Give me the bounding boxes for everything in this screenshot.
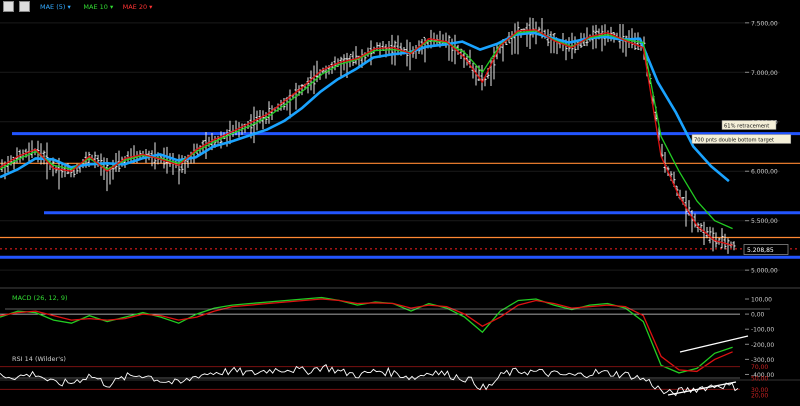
settings-button[interactable] (19, 1, 30, 12)
annotation-text: 700 pnts double bottom target (694, 138, 774, 144)
grid-layer (0, 22, 800, 381)
price-axis-label: 7.000,00 (751, 70, 778, 77)
chart-canvas: 7.500,007.000,006.500,006.000,005.500,00… (0, 3, 800, 400)
macd-trendline (679, 335, 749, 353)
ma-line-mid (0, 30, 733, 230)
y-axis-layer: 7.500,007.000,006.500,006.000,005.500,00… (745, 20, 778, 400)
expand-button[interactable] (3, 1, 14, 12)
macd-axis-label: -100,00 (751, 327, 774, 334)
rsi-title: RSI 14 (Wilder's) (12, 355, 66, 363)
macd-title: MACD (26, 12, 9) (12, 294, 68, 302)
chart-root: 7.500,007.000,006.500,006.000,005.500,00… (0, 0, 800, 402)
annotation-text: 61% retracement (724, 124, 769, 130)
macd-axis-label: -200,00 (751, 342, 774, 349)
rsi-axis-label: 20,00 (751, 393, 768, 400)
macd-axis-label: 0,00 (751, 312, 765, 319)
price-axis-label: 5.500,00 (751, 218, 778, 225)
legend-item-0: MAE (5) ▾ (40, 3, 72, 11)
legend-item-1: MAE 10 ▾ (83, 3, 114, 11)
macd-axis-label: 100,00 (751, 297, 772, 304)
price-axis-label: 6.000,00 (751, 169, 778, 176)
macd-line-signal (0, 298, 733, 373)
rsi-axis-label: 70,00 (751, 364, 768, 371)
current-price-label: 5.208,85 (747, 247, 774, 254)
price-axis-label: 7.500,00 (751, 20, 778, 27)
rsi-axis-label: 50,00 (751, 376, 768, 383)
macd-axis-label: -300,00 (751, 357, 774, 364)
price-axis-label: 5.000,00 (751, 268, 778, 275)
legend-item-2: MAE 20 ▾ (123, 3, 154, 11)
